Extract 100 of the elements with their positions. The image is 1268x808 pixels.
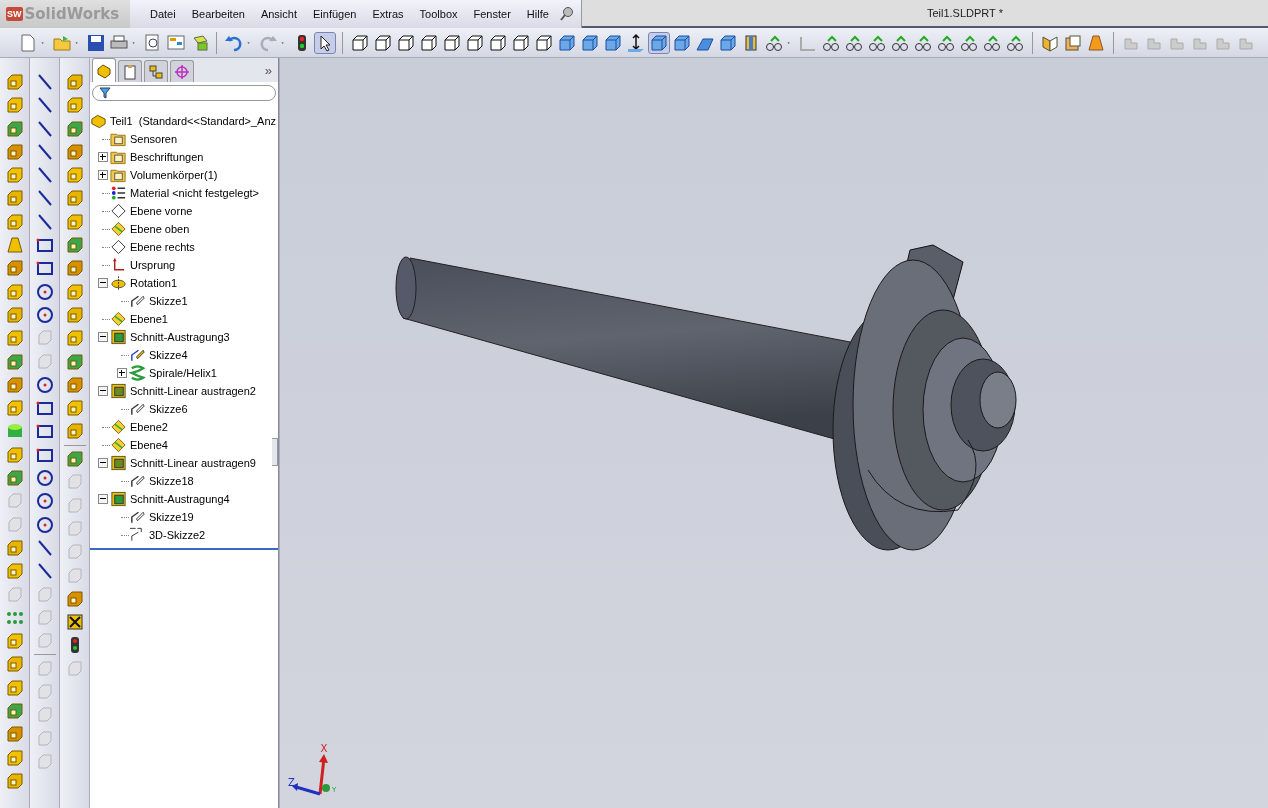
tree-item[interactable]: Spirale/Helix1	[149, 367, 217, 379]
tree-item[interactable]: 3D-Skizze2	[149, 529, 206, 541]
circle-icon[interactable]	[34, 514, 55, 535]
feature-block-icon[interactable]	[4, 747, 25, 768]
panel-tab[interactable]	[118, 60, 142, 82]
wireframe-cube-icon[interactable]	[373, 32, 393, 53]
feature-block-icon[interactable]	[64, 398, 85, 419]
tree-item[interactable]: Teil1 (Standard<<Standard>_Anz	[110, 115, 277, 127]
panel-tab[interactable]	[170, 60, 194, 82]
feature-block-icon[interactable]	[64, 141, 85, 162]
feature-block-icon[interactable]	[4, 72, 25, 92]
feature-block-icon[interactable]	[64, 328, 85, 349]
wireframe-cube-icon[interactable]	[511, 32, 531, 53]
wireframe-cube-icon[interactable]	[534, 32, 554, 53]
sheet-icon[interactable]	[166, 32, 186, 53]
menu-item[interactable]: Einfügen	[305, 8, 365, 20]
feature-block-icon[interactable]	[64, 118, 85, 139]
tree-item[interactable]: Ursprung	[130, 259, 176, 271]
tree-item[interactable]: Schnitt-Linear austragen9	[130, 457, 256, 469]
feature-block-icon[interactable]	[4, 654, 25, 675]
shaded-cube-icon[interactable]	[557, 32, 577, 53]
feature-block-icon[interactable]	[4, 211, 25, 232]
menu-item[interactable]: Hilfe	[518, 8, 557, 20]
feature-block-icon[interactable]	[4, 701, 25, 721]
axis-icon[interactable]	[626, 32, 646, 53]
feature-block-icon[interactable]	[64, 258, 85, 279]
tree-item[interactable]: Skizze19	[149, 511, 194, 523]
panel-splitter[interactable]	[272, 438, 278, 466]
feature-block-icon[interactable]	[4, 561, 25, 582]
tree-item[interactable]: Material <nicht festgelegt>	[130, 187, 260, 199]
tree-item[interactable]: Beschriftungen	[130, 151, 204, 163]
tree-item[interactable]: Skizze4	[149, 349, 188, 361]
feature-block-icon[interactable]	[4, 677, 25, 698]
shaded-box-icon[interactable]	[1063, 32, 1083, 53]
feature-block-icon[interactable]	[4, 281, 25, 302]
expand-toggle[interactable]	[117, 368, 127, 378]
feature-block-icon[interactable]	[4, 351, 25, 372]
menu-item[interactable]: Toolbox	[411, 8, 466, 20]
tree-item[interactable]: Ebene4	[130, 439, 168, 451]
feature-block-icon[interactable]	[4, 724, 25, 745]
feature-block-icon[interactable]	[64, 72, 85, 92]
feature-block-icon[interactable]	[4, 770, 25, 791]
collapse-toggle[interactable]	[98, 386, 108, 396]
shaded-cube-icon[interactable]	[580, 32, 600, 53]
cone-icon[interactable]	[4, 235, 25, 256]
wireframe-cube-icon[interactable]	[350, 32, 370, 53]
tree-item[interactable]: Ebene rechts	[130, 241, 195, 253]
shaded-cube-icon[interactable]	[672, 32, 692, 53]
feature-block-icon[interactable]	[64, 588, 85, 609]
feature-block-icon[interactable]	[4, 95, 25, 116]
feature-block-icon[interactable]	[4, 444, 25, 465]
feature-block-icon[interactable]	[64, 421, 85, 442]
collapse-toggle[interactable]	[98, 278, 108, 288]
tree-item[interactable]: Schnitt-Linear austragen2	[130, 385, 256, 397]
menu-item[interactable]: Ansicht	[252, 8, 305, 20]
feature-block-icon[interactable]	[64, 188, 85, 209]
circle-icon[interactable]	[34, 304, 55, 325]
feature-block-icon[interactable]	[4, 258, 25, 279]
circle-icon[interactable]	[34, 281, 55, 302]
expand-toggle[interactable]	[98, 170, 108, 180]
tree-item[interactable]: Ebene oben	[130, 223, 190, 235]
panel-tab[interactable]	[144, 60, 168, 82]
collapse-toggle[interactable]	[98, 458, 108, 468]
menu-item[interactable]: Bearbeiten	[183, 8, 253, 20]
feature-block-icon[interactable]	[4, 468, 25, 489]
feature-block-icon[interactable]	[4, 304, 25, 325]
wireframe-cube-icon[interactable]	[465, 32, 485, 53]
shaded-cube-icon[interactable]	[603, 32, 623, 53]
tree-item[interactable]: Skizze18	[149, 475, 194, 487]
expand-toggle[interactable]	[98, 152, 108, 162]
feature-block-icon[interactable]	[4, 398, 25, 419]
cone-icon[interactable]	[1086, 32, 1106, 53]
shaded-cube-icon[interactable]	[649, 32, 669, 53]
feature-block-icon[interactable]	[64, 235, 85, 256]
circle-icon[interactable]	[34, 374, 55, 395]
feature-block-icon[interactable]	[4, 165, 25, 186]
feature-block-icon[interactable]	[64, 304, 85, 325]
feature-block-icon[interactable]	[64, 165, 85, 186]
menu-item[interactable]: Datei	[142, 8, 184, 20]
collapse-toggle[interactable]	[98, 494, 108, 504]
feature-block-icon[interactable]	[4, 537, 25, 558]
cross-box-icon[interactable]	[64, 612, 85, 633]
wireframe-cube-icon[interactable]	[396, 32, 416, 53]
feature-block-icon[interactable]	[4, 141, 25, 162]
pointer-icon[interactable]	[315, 32, 335, 53]
wireframe-cube-icon[interactable]	[419, 32, 439, 53]
circle-icon[interactable]	[34, 491, 55, 512]
feature-block-icon[interactable]	[64, 449, 85, 470]
collapse-toggle[interactable]	[98, 332, 108, 342]
tree-item[interactable]: Skizze6	[149, 403, 188, 415]
feature-block-icon[interactable]	[4, 328, 25, 349]
pin-icon[interactable]	[558, 6, 575, 22]
feature-block-icon[interactable]	[4, 118, 25, 139]
shaded-cube-icon[interactable]	[718, 32, 738, 53]
feature-block-icon[interactable]	[64, 211, 85, 232]
tree-item[interactable]: Schnitt-Austragung3	[130, 331, 230, 343]
menu-item[interactable]: Fenster	[465, 8, 519, 20]
tree-item[interactable]: Volumenkörper(1)	[130, 169, 218, 181]
new-page-icon[interactable]	[18, 32, 38, 53]
feature-block-icon[interactable]	[64, 374, 85, 395]
